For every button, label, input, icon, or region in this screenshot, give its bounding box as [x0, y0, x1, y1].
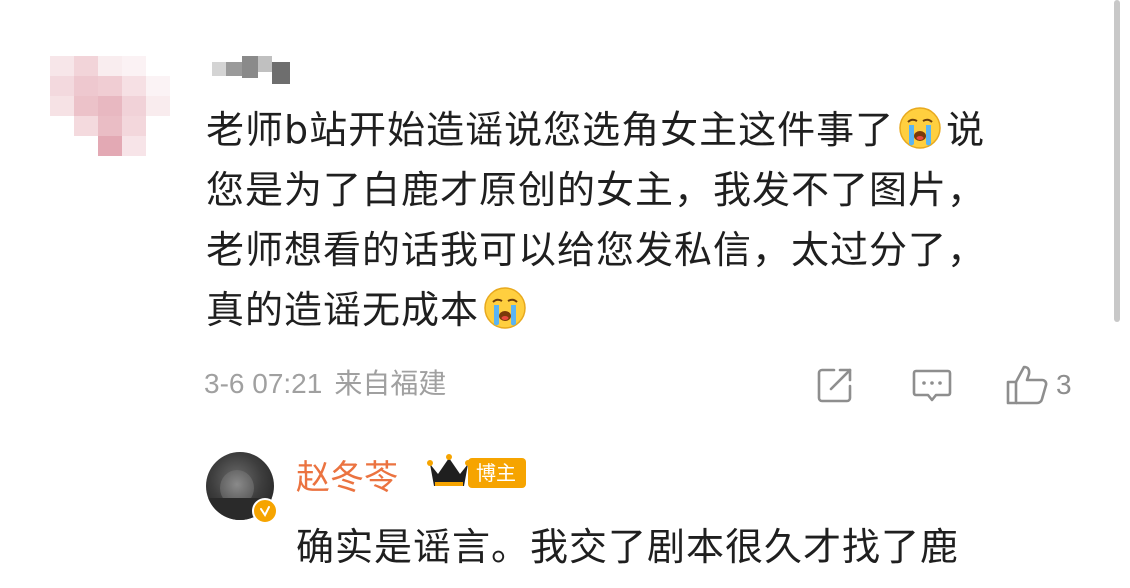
thumbs-up-icon — [1006, 365, 1048, 405]
blogger-badge: 博主 — [468, 458, 526, 488]
comment-line-1: 老师b站开始造谣说您选角女主这件事了 说 — [206, 100, 1086, 160]
comment-line-1-tail: 说 — [946, 108, 986, 152]
crying-face-icon — [484, 287, 526, 329]
comment-location: 来自福建 — [334, 368, 447, 399]
share-icon — [817, 368, 852, 403]
like-button[interactable]: 3 — [1004, 362, 1072, 408]
share-button[interactable] — [814, 362, 856, 408]
comment-line-1-text: 老师b站开始造谣说您选角女主这件事了 — [206, 108, 895, 152]
comment-body: 老师b站开始造谣说您选角女主这件事了 说 您是为了白鹿才原创的女主，我发不了图片… — [206, 100, 1086, 340]
crying-face-icon — [899, 107, 941, 149]
author-reply: 赵冬苓 博主 确实是谣言。我交了剧本很久才找了鹿 — [200, 444, 1100, 588]
crown-icon — [427, 454, 471, 486]
commenter-name-redacted[interactable] — [212, 56, 290, 86]
comment-line-2: 您是为了白鹿才原创的女主，我发不了图片， — [206, 168, 987, 212]
comment-date: 3-6 07:21 — [204, 368, 323, 399]
comment-line-4: 真的造谣无成本 — [206, 280, 1086, 340]
comment-line-4-text: 真的造谣无成本 — [206, 288, 480, 332]
reply-text: 确实是谣言。我交了剧本很久才找了鹿 — [296, 525, 960, 569]
like-count: 3 — [1056, 369, 1072, 400]
comment-button[interactable] — [910, 362, 954, 408]
commenter-avatar[interactable] — [50, 56, 170, 156]
verified-badge-icon — [252, 498, 278, 524]
comment-icon — [912, 369, 952, 402]
scrollbar[interactable] — [1114, 0, 1120, 322]
reply-author-name[interactable]: 赵冬苓 — [296, 450, 398, 499]
comment-meta: 3-6 07:21 来自福建 — [204, 362, 446, 402]
comment-line-3: 老师想看的话我可以给您发私信，太过分了， — [206, 228, 987, 272]
